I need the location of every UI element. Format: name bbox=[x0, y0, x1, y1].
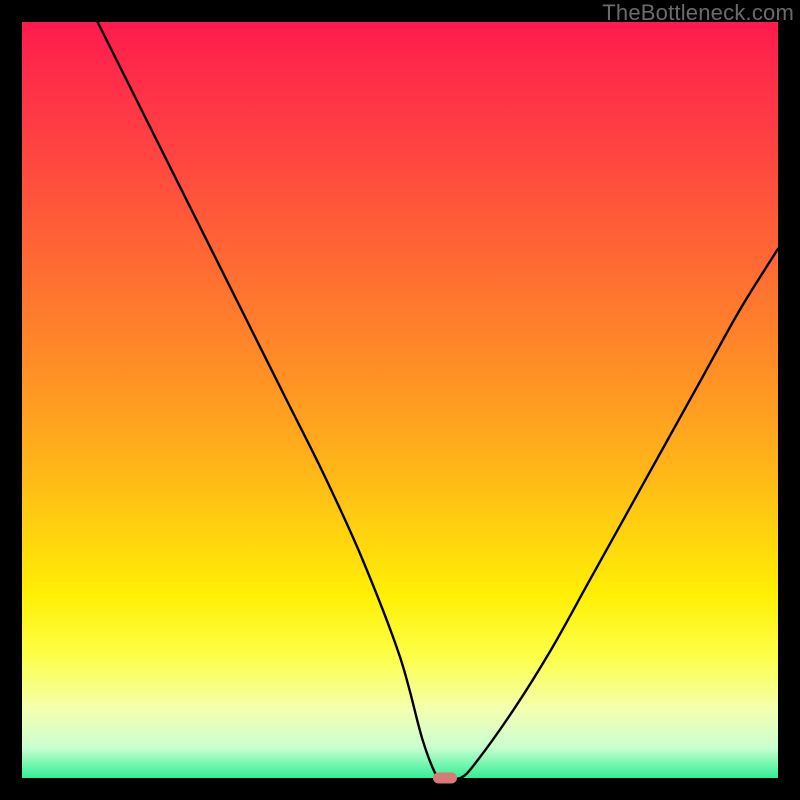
plot-area bbox=[22, 22, 778, 778]
optimal-marker bbox=[433, 773, 457, 784]
chart-frame: TheBottleneck.com bbox=[0, 0, 800, 800]
bottleneck-curve bbox=[22, 22, 778, 778]
watermark-text: TheBottleneck.com bbox=[602, 0, 794, 26]
curve-path bbox=[98, 22, 778, 778]
